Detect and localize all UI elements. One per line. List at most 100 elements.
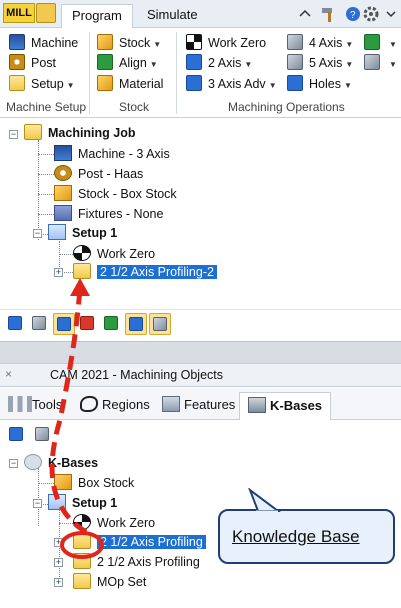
chevron-down-icon: ▼	[244, 60, 253, 69]
setup-icon	[48, 224, 66, 240]
close-icon[interactable]: ×	[5, 367, 12, 381]
tab-simulate[interactable]: Simulate	[137, 4, 208, 29]
stock-icon	[54, 474, 72, 490]
expand-toggle[interactable]: +	[54, 558, 63, 567]
tree-node-work-zero[interactable]: Work Zero	[73, 514, 155, 532]
machine-button[interactable]: Machine	[9, 34, 78, 52]
setup-button[interactable]: Setup ▼	[9, 75, 75, 93]
folder-icon	[73, 533, 91, 549]
kbase-add-button[interactable]	[6, 424, 28, 444]
tree-guide	[38, 154, 54, 155]
machine-view-icon	[8, 316, 22, 330]
3-axis-adv-button[interactable]: 3 Axis Adv ▼	[186, 75, 277, 93]
tree-node-post[interactable]: Post - Haas	[54, 165, 143, 183]
panel-splitter[interactable]	[0, 341, 401, 363]
tree-node-machining-job[interactable]: Machining Job	[24, 124, 136, 142]
objects-panel-titlebar: × CAM 2021 - Machining Objects	[0, 363, 401, 387]
chevron-down-icon: ▼	[153, 40, 162, 49]
tree-node-k-bases[interactable]: K-Bases	[24, 454, 98, 472]
tools-extra-button[interactable]: ▼	[364, 34, 397, 52]
toolbar-machine-button[interactable]	[5, 313, 27, 335]
folder-icon	[73, 573, 91, 589]
tab-tools[interactable]: Tools	[8, 392, 62, 420]
chevron-up-icon[interactable]	[297, 6, 313, 22]
2-axis-icon	[186, 54, 202, 70]
align-button[interactable]: Align ▼	[97, 54, 158, 72]
tab-features[interactable]: Features	[162, 392, 235, 420]
toolbar-toolpath-button[interactable]	[53, 313, 75, 335]
machining-job-tree: − Machining Job Machine - 3 Axis Post - …	[0, 119, 401, 307]
hammer-icon[interactable]	[319, 5, 337, 23]
layout-extra-button[interactable]: ▼	[364, 54, 397, 72]
2-axis-button[interactable]: 2 Axis ▼	[186, 54, 252, 72]
chevron-down-icon: ▼	[268, 81, 277, 90]
4-axis-icon	[287, 34, 303, 50]
collapse-toggle[interactable]: −	[33, 499, 42, 508]
tree-node-machine[interactable]: Machine - 3 Axis	[54, 145, 170, 163]
add-kbase-icon	[9, 427, 23, 441]
chevron-down-icon: ▼	[345, 40, 354, 49]
tree-node-setup[interactable]: Setup 1	[48, 224, 117, 242]
tree-node-work-zero[interactable]: Work Zero	[73, 245, 155, 263]
tab-k-bases[interactable]: K-Bases	[239, 392, 332, 420]
tool-options-icon	[364, 34, 380, 50]
setup-icon	[9, 75, 25, 91]
group-label-stock: Stock	[119, 100, 150, 114]
group-label-machine-setup: Machine Setup	[6, 100, 87, 114]
toolbar-stock-button[interactable]	[101, 313, 123, 335]
stock-button[interactable]: Stock ▼	[97, 34, 161, 52]
tree-guide	[59, 510, 60, 585]
tab-regions[interactable]: Regions	[80, 392, 150, 420]
expand-toggle[interactable]: +	[54, 538, 63, 547]
chevron-down-icon: ▼	[345, 60, 354, 69]
app-mill-button[interactable]: MILL	[3, 3, 35, 23]
stock-view-icon	[104, 316, 118, 330]
tree-node-profiling-a[interactable]: 2 1/2 Axis Profiling	[73, 533, 206, 551]
tree-node-profiling-b[interactable]: 2 1/2 Axis Profiling	[73, 553, 200, 571]
tab-program[interactable]: Program	[61, 4, 133, 29]
options-chevron-icon[interactable]	[384, 6, 398, 22]
align-icon	[97, 54, 113, 70]
network-icon	[153, 317, 167, 331]
work-zero-button[interactable]: Work Zero	[186, 34, 266, 52]
5-axis-button[interactable]: 5 Axis ▼	[287, 54, 353, 72]
app-icon[interactable]	[36, 3, 56, 23]
material-button[interactable]: Material	[97, 75, 163, 93]
toolbar-network-button[interactable]	[149, 313, 171, 335]
tools-icon	[8, 396, 32, 412]
objects-panel-title: CAM 2021 - Machining Objects	[50, 368, 223, 382]
collapse-toggle[interactable]: −	[9, 130, 18, 139]
collapse-toggle[interactable]: −	[9, 459, 18, 468]
toolbar-sim-button[interactable]	[77, 313, 99, 335]
kbase-tree-button[interactable]	[32, 424, 54, 444]
toolpath-icon	[57, 317, 71, 331]
post-icon	[9, 54, 25, 70]
3-axis-adv-icon	[186, 75, 202, 91]
tree-node-stock[interactable]: Stock - Box Stock	[54, 185, 177, 203]
holes-button[interactable]: Holes ▼	[287, 75, 352, 93]
machine-icon	[9, 34, 25, 50]
stock-icon	[97, 34, 113, 50]
gear-icon[interactable]	[362, 5, 380, 23]
help-icon[interactable]: ?	[344, 5, 362, 23]
regions-icon	[80, 396, 98, 412]
tree-node-box-stock[interactable]: Box Stock	[54, 474, 134, 492]
expand-toggle[interactable]: +	[54, 578, 63, 587]
setup-icon	[48, 494, 66, 510]
collapse-toggle[interactable]: −	[33, 229, 42, 238]
callout-pointer	[248, 488, 281, 514]
tree-node-fixtures[interactable]: Fixtures - None	[54, 205, 163, 223]
4-axis-button[interactable]: 4 Axis ▼	[287, 34, 353, 52]
toolbar-tree-button[interactable]	[29, 313, 51, 335]
folder-icon	[73, 553, 91, 569]
kbase-tree-icon	[35, 427, 49, 441]
features-icon	[162, 396, 180, 412]
expand-toggle[interactable]: +	[54, 268, 63, 277]
tree-guide	[38, 214, 54, 215]
tree-node-profiling-2[interactable]: 2 1/2 Axis Profiling-2	[73, 263, 217, 281]
k-base-icon	[24, 454, 42, 470]
toolbar-settings-button[interactable]	[125, 313, 147, 335]
tree-node-mop-set[interactable]: MOp Set	[73, 573, 146, 591]
tree-node-setup[interactable]: Setup 1	[48, 494, 117, 512]
post-button[interactable]: Post	[9, 54, 56, 72]
